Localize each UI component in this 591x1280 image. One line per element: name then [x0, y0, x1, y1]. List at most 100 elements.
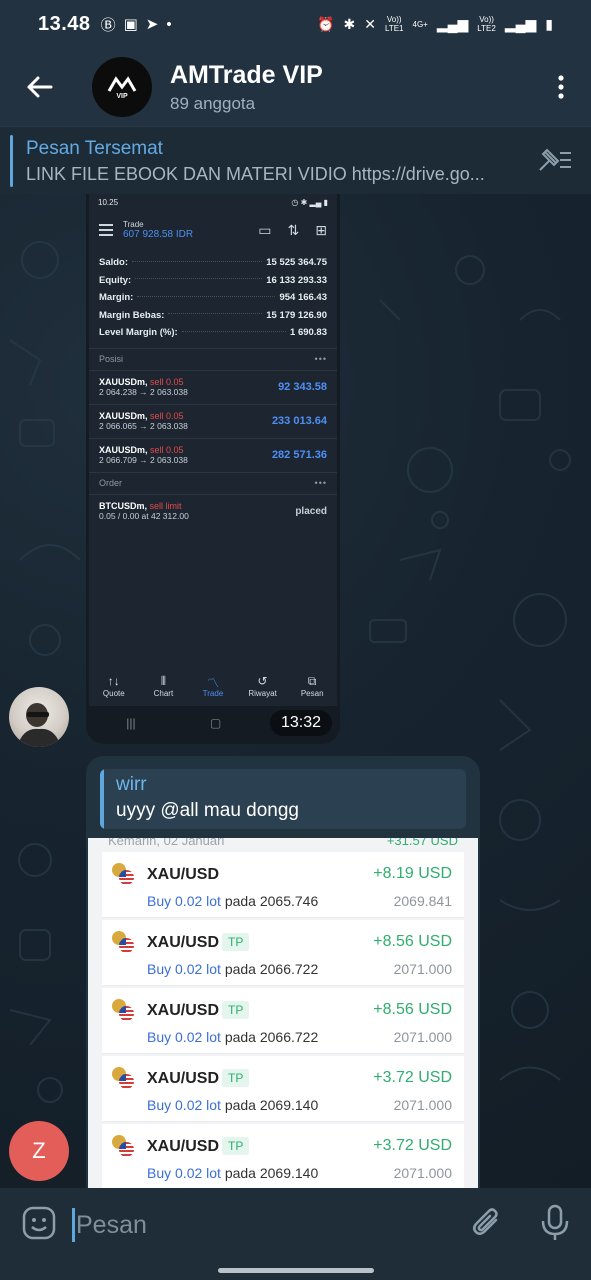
member-count: 89 anggota	[170, 93, 256, 113]
sort-icon: ⇅	[287, 221, 300, 238]
floating-user-avatar[interactable]: Z	[9, 1121, 69, 1181]
ps-nav-label: Quote	[102, 689, 125, 698]
orders-label: Order	[99, 478, 123, 488]
position-row: XAUUSDm, sell 0.05 2 066.065 → 2 063.038 …	[89, 403, 337, 438]
xau-usd-flag-icon	[112, 1067, 134, 1089]
ps-trade-value: 607 928.58 IDR	[123, 229, 194, 240]
leader-dots	[135, 278, 263, 280]
position-prices: 2 064.238 → 2 063.038	[99, 387, 188, 397]
status-bar: 13.48 Ⓑ ▣ ➤ • ⏰ ✱ ✕ Vo)) LTE1 4G+ ▂▄▆ Vo)…	[0, 0, 591, 48]
ps-header: Trade 607 928.58 IDR ▭ ⇅ ⊞	[89, 210, 337, 250]
account-label: Margin:	[99, 292, 134, 304]
order-detail: 0.05 / 0.00 at 42 312.00	[99, 511, 189, 521]
image-message-1[interactable]: 10.25 ◷ ✱ ▂▄ ▮ Trade 607 928.58 IDR ▭ ⇅ …	[86, 194, 340, 744]
pinned-list-button[interactable]	[537, 147, 573, 178]
more-horizontal-icon: •••	[314, 478, 327, 488]
attach-button[interactable]	[470, 1206, 504, 1245]
history-icon: ↺	[257, 674, 268, 688]
lte2-label: LTE2	[477, 24, 496, 33]
trade-open-price: pada 2069.140	[220, 1097, 319, 1113]
person-photo-icon	[17, 703, 61, 747]
account-value: 15 179 126.90	[266, 309, 327, 321]
history-total: +31.57 USD	[386, 838, 458, 848]
reply-preview[interactable]: wirr uyyy @all mau dongg	[100, 769, 466, 829]
avatar-initial: Z	[32, 1138, 46, 1163]
xau-usd-flag-icon	[112, 931, 134, 953]
account-label: Saldo:	[99, 257, 129, 269]
hamburger-icon	[99, 221, 113, 239]
lte1-indicator: Vo)) LTE1	[385, 15, 404, 33]
tp-badge: TP	[222, 1001, 250, 1019]
mute-icon: ✕	[364, 15, 376, 32]
more-menu-button[interactable]	[531, 57, 591, 117]
leader-dots	[137, 295, 276, 297]
pinned-message[interactable]: Pesan Tersemat LINK FILE EBOOK DAN MATER…	[0, 126, 591, 194]
message-composer	[0, 1188, 591, 1280]
account-label: Equity:	[99, 274, 132, 286]
trade-detail: Buy 0.02 lot pada 2069.140	[147, 1165, 318, 1181]
telegram-icon: ➤	[145, 16, 159, 33]
recents-icon: |||	[126, 716, 136, 730]
emoji-button[interactable]	[22, 1206, 56, 1245]
header-title-area[interactable]: AMTrade VIP 89 anggota	[170, 61, 323, 114]
pinned-indicator	[10, 135, 13, 187]
trade-buy-lot: Buy 0.02 lot	[147, 1165, 221, 1181]
account-row-margin-level: Level Margin (%): 1 690.83	[99, 324, 327, 342]
trade-symbol: XAU/USD	[147, 1138, 220, 1155]
back-button[interactable]	[0, 48, 78, 126]
ps-nav-messages: ⧉ Pesan	[287, 674, 337, 706]
trade-close-price: 2071.000	[393, 1029, 452, 1045]
trade-close-price: 2071.000	[393, 1097, 452, 1113]
sender-avatar[interactable]	[9, 687, 69, 747]
quote-icon: ↑↓	[107, 674, 120, 688]
position-row: XAUUSDm, sell 0.05 2 064.238 → 2 063.038 …	[89, 369, 337, 404]
ps-nav-label: Trade	[202, 689, 224, 698]
positions-label: Posisi	[99, 354, 124, 364]
trade-pnl: +3.72 USD	[373, 1069, 452, 1086]
position-prices: 2 066.709 → 2 063.038	[99, 455, 188, 465]
xau-usd-flag-icon	[112, 863, 134, 885]
account-label: Level Margin (%):	[99, 327, 178, 339]
account-value: 954 166.43	[279, 292, 327, 304]
trade-pnl: +8.56 USD	[373, 1001, 452, 1018]
account-value: 1 690.83	[290, 327, 327, 339]
ps-header-icons: ▭ ⇅ ⊞	[258, 222, 327, 239]
ps-nav-label: Riwayat	[248, 689, 277, 698]
leader-dots	[168, 313, 263, 315]
account-summary: Saldo: 15 525 364.75 Equity: 16 133 293.33…	[89, 250, 337, 342]
logo-text: VIP	[116, 92, 128, 100]
account-value: 15 525 364.75	[266, 257, 327, 269]
trade-detail: Buy 0.02 lot pada 2066.722	[147, 1029, 318, 1045]
sticker-icon	[22, 1206, 56, 1240]
trade-buy-lot: Buy 0.02 lot	[147, 1097, 221, 1113]
trade-symbol: XAU/USD	[147, 866, 220, 883]
message-input[interactable]	[76, 1206, 426, 1244]
signal-icon: ▂▄▆	[436, 15, 469, 32]
group-avatar[interactable]: VIP	[92, 57, 152, 117]
pinned-title: Pesan Tersemat	[26, 138, 163, 159]
alarm-icon: ⏰	[317, 15, 335, 32]
trade-detail: Buy 0.02 lot pada 2069.140	[147, 1097, 318, 1113]
ps-bottom-nav: ↑↓ Quote ⫴ Chart 〽 Trade ↺ Riwayat ⧉ Pesan	[89, 674, 337, 706]
position-profit: 282 571.36	[271, 449, 327, 461]
trade-open-price: pada 2066.722	[220, 1029, 319, 1045]
bluetooth-icon: ✱	[343, 15, 356, 32]
positions-header: Posisi •••	[89, 347, 337, 370]
position-side: sell 0.05	[150, 411, 184, 421]
image-message-2[interactable]: wirr uyyy @all mau dongg Kemarin, 02 Jan…	[86, 756, 480, 1196]
arrow-left-icon	[27, 76, 53, 98]
position-side: sell 0.05	[150, 377, 184, 387]
trade-card: XAU/USD TP +8.56 USD Buy 0.02 lot pada 2…	[102, 988, 464, 1054]
ps-trade-label: Trade	[123, 220, 144, 229]
group-title: AMTrade VIP	[170, 60, 323, 89]
trade-pnl: +8.56 USD	[373, 933, 452, 950]
microphone-icon	[541, 1204, 569, 1240]
voice-button[interactable]	[540, 1204, 570, 1247]
position-prices: 2 066.065 → 2 063.038	[99, 421, 188, 431]
order-side: sell limit	[149, 501, 182, 511]
trade-detail: Buy 0.02 lot pada 2065.746	[147, 893, 318, 909]
trade-history-app: Kemarin, 02 Januari +31.57 USD XAU/USD +…	[88, 838, 478, 1196]
ps-status-time: 10.25	[98, 197, 119, 207]
amtrade-logo-icon	[107, 75, 137, 92]
account-row-free-margin: Margin Bebas: 15 179 126.90	[99, 307, 327, 325]
